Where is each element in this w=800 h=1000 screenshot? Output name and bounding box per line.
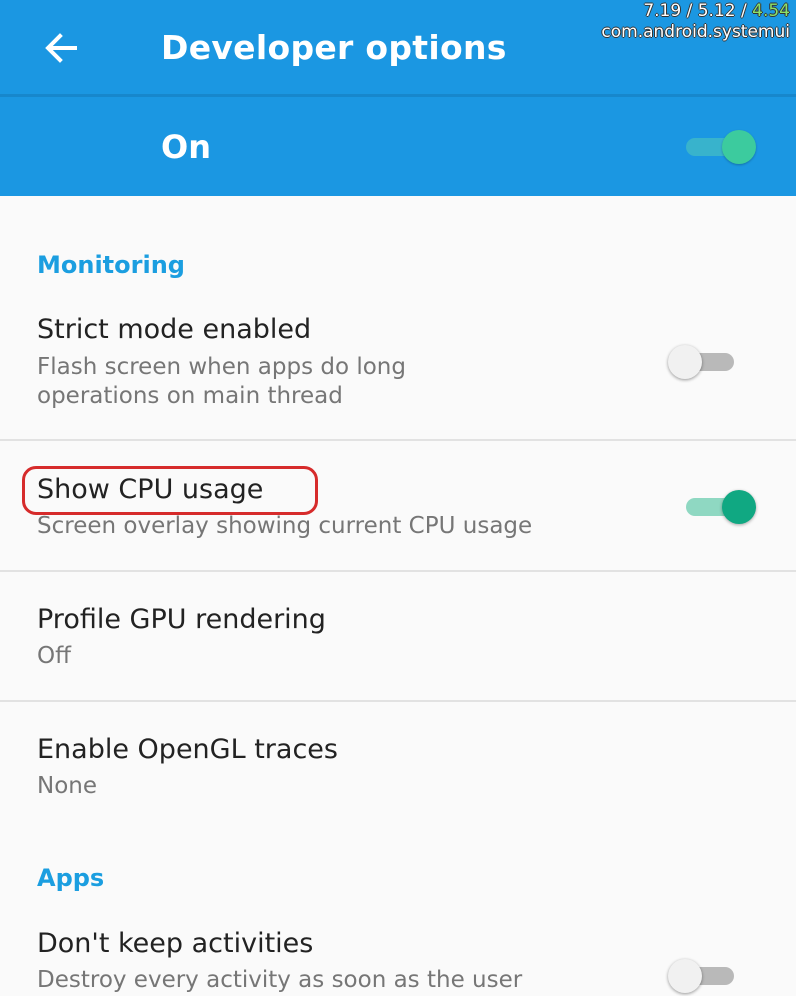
load-average-3: 4.54: [752, 1, 790, 21]
profile-gpu-summary: Off: [37, 643, 71, 669]
profile-gpu-title: Profile GPU rendering: [37, 604, 326, 635]
app-bar: Developer options 7.19 / 5.12 / 4.54 com…: [0, 0, 796, 196]
dont-keep-activities-switch[interactable]: [668, 955, 742, 995]
section-header-apps: Apps: [37, 864, 105, 892]
strict-mode-summary-line1: Flash screen when apps do long: [37, 354, 406, 380]
master-switch[interactable]: [684, 126, 758, 166]
switch-thumb: [722, 130, 756, 164]
row-divider: [0, 700, 796, 702]
row-divider: [0, 570, 796, 572]
screenshot-border-bottom: [0, 996, 800, 1000]
arrow-back-icon: [45, 33, 77, 63]
show-cpu-usage-summary: Screen overlay showing current CPU usage: [37, 513, 533, 539]
row-divider: [0, 439, 796, 441]
settings-screen: Developer options 7.19 / 5.12 / 4.54 com…: [0, 0, 796, 996]
section-header-monitoring: Monitoring: [37, 251, 185, 279]
opengl-traces-title: Enable OpenGL traces: [37, 734, 338, 765]
opengl-traces-summary: None: [37, 773, 98, 799]
app-bar-divider: [0, 94, 796, 97]
master-switch-label: On: [161, 128, 211, 166]
dont-keep-activities-summary: Destroy every activity as soon as the us…: [37, 967, 523, 993]
strict-mode-summary-line2: operations on main thread: [37, 383, 343, 409]
show-cpu-usage-switch[interactable]: [684, 486, 758, 526]
top-process-name: com.android.systemui: [601, 22, 790, 42]
cpu-load-averages: 7.19 / 5.12 / 4.54: [643, 1, 790, 21]
strict-mode-switch[interactable]: [668, 341, 742, 381]
strict-mode-title: Strict mode enabled: [37, 314, 312, 345]
highlight-annotation: [22, 466, 318, 515]
load-average-2: 5.12: [697, 1, 736, 21]
switch-thumb: [722, 490, 756, 524]
screenshot-border-right: [796, 0, 800, 1000]
switch-thumb: [668, 345, 702, 379]
cpu-usage-overlay: 7.19 / 5.12 / 4.54 com.android.systemui: [601, 1, 790, 43]
page-title: Developer options: [161, 28, 507, 67]
back-button[interactable]: [38, 27, 84, 69]
dont-keep-activities-title: Don't keep activities: [37, 928, 314, 959]
switch-thumb: [668, 959, 702, 993]
load-average-1: 7.19: [643, 1, 682, 21]
